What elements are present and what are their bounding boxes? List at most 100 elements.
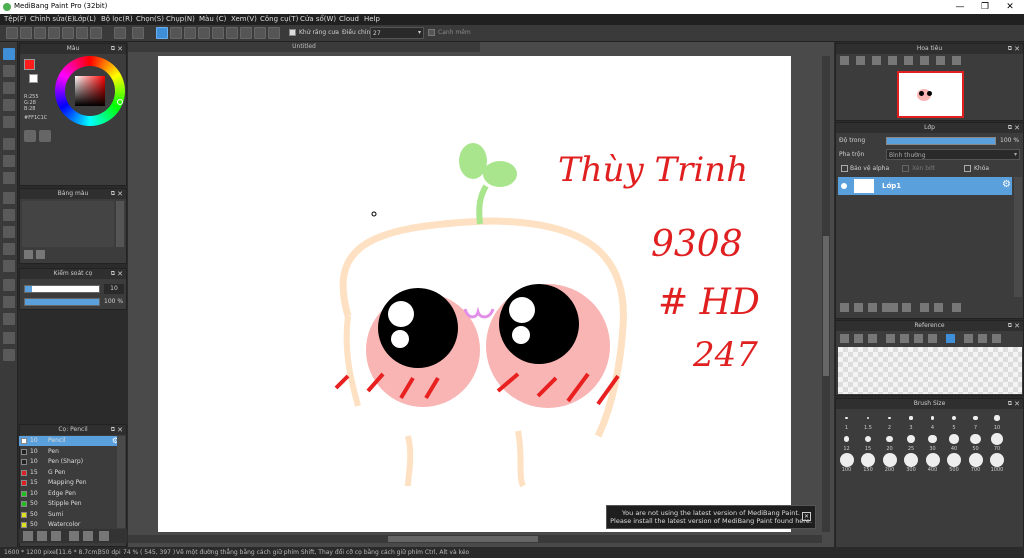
close-icon[interactable]: ✕ bbox=[1014, 321, 1020, 331]
brush-item-1[interactable]: 10 Pen bbox=[19, 447, 121, 457]
detach-icon[interactable]: ⧉ bbox=[111, 425, 115, 435]
blend-select[interactable]: Bình thường ▾ bbox=[886, 149, 1020, 160]
divide-tool-icon[interactable] bbox=[3, 332, 15, 344]
lock-checkbox[interactable] bbox=[964, 165, 971, 172]
zoom-in-icon[interactable] bbox=[840, 56, 849, 65]
snap-off-icon[interactable] bbox=[156, 27, 168, 39]
brush-size-cell[interactable]: 5 bbox=[944, 411, 965, 431]
redo-icon[interactable] bbox=[132, 27, 144, 39]
ref-rotate2-icon[interactable] bbox=[992, 334, 1001, 343]
drawing-paper[interactable]: Thùy Trinh 9308 # HD 247 bbox=[158, 56, 791, 532]
snap-setting-icon[interactable] bbox=[254, 27, 266, 39]
brush-size-cell[interactable]: 200 bbox=[879, 453, 900, 473]
menu-layer[interactable]: Lớp(L) bbox=[74, 15, 96, 23]
dropper-tool-icon[interactable] bbox=[3, 313, 15, 325]
select-eraser-icon[interactable] bbox=[3, 260, 15, 272]
ref-flip-icon[interactable] bbox=[978, 334, 987, 343]
flip-icon[interactable] bbox=[920, 56, 929, 65]
layer-opacity-slider[interactable] bbox=[886, 137, 996, 145]
close-icon[interactable]: ✕ bbox=[117, 44, 123, 54]
brush-size-cell[interactable]: 2 bbox=[879, 411, 900, 431]
navigator-thumbnail[interactable] bbox=[897, 71, 964, 118]
grid3-icon[interactable] bbox=[90, 27, 102, 39]
close-icon[interactable]: ✕ bbox=[1014, 399, 1020, 409]
brush-size-cell[interactable]: 700 bbox=[965, 453, 986, 473]
add-color-icon[interactable] bbox=[24, 250, 33, 259]
antialias-checkbox[interactable] bbox=[289, 29, 296, 36]
brush-size-cell[interactable]: 4 bbox=[922, 411, 943, 431]
minimize-button[interactable]: — bbox=[950, 1, 970, 13]
menu-view[interactable]: Xem(V) bbox=[231, 15, 257, 23]
menu-window[interactable]: Cửa sổ(W) bbox=[300, 15, 336, 23]
layer-folder-icon[interactable] bbox=[902, 303, 911, 312]
detach-icon[interactable]: ⧉ bbox=[1008, 399, 1012, 409]
brush-size-cell[interactable]: 1 bbox=[836, 411, 857, 431]
new-file-icon[interactable] bbox=[6, 27, 18, 39]
ref-folder-icon[interactable] bbox=[854, 334, 863, 343]
brush-opacity-slider[interactable] bbox=[24, 298, 100, 306]
notice-close-button[interactable]: ✕ bbox=[802, 512, 811, 521]
close-icon[interactable]: ✕ bbox=[1014, 44, 1020, 54]
brush-item-6[interactable]: 50 Stipple Pen bbox=[19, 499, 121, 509]
rotate-left-icon[interactable] bbox=[904, 56, 913, 65]
delete-color-icon[interactable] bbox=[36, 250, 45, 259]
text-tool-icon[interactable] bbox=[3, 279, 15, 291]
new-layer-icon[interactable] bbox=[840, 303, 849, 312]
reset-rotation-icon[interactable] bbox=[952, 56, 961, 65]
palette-area[interactable] bbox=[22, 201, 114, 247]
adjust-select[interactable]: 27 ▾ bbox=[370, 27, 424, 39]
fill-rect-icon[interactable] bbox=[3, 138, 15, 150]
select-pen-icon[interactable] bbox=[3, 243, 15, 255]
close-icon[interactable]: ✕ bbox=[117, 269, 123, 279]
rotate-right-icon[interactable] bbox=[936, 56, 945, 65]
brush-item-7[interactable]: 50 Sumi bbox=[19, 510, 121, 520]
detach-icon[interactable]: ⧉ bbox=[1008, 44, 1012, 54]
ref-fit-icon[interactable] bbox=[914, 334, 923, 343]
detach-icon[interactable]: ⧉ bbox=[1008, 321, 1012, 331]
eye-icon[interactable] bbox=[841, 183, 847, 189]
brush-tool-icon[interactable] bbox=[3, 48, 15, 60]
new-layer-1bit-icon[interactable] bbox=[868, 303, 877, 312]
brush-size-slider[interactable] bbox=[24, 285, 100, 293]
bucket-tool-icon[interactable] bbox=[3, 155, 15, 167]
menu-edit[interactable]: Chỉnh sửa(E) bbox=[30, 15, 75, 23]
brush-size-cell[interactable]: 100 bbox=[836, 453, 857, 473]
brush-size-cell[interactable]: 1000 bbox=[987, 453, 1008, 473]
brush-item-2[interactable]: 10 Pen (Sharp) bbox=[19, 457, 121, 467]
menu-cloud[interactable]: Cloud bbox=[339, 15, 359, 23]
fit-icon[interactable] bbox=[872, 56, 881, 65]
delete-layer-icon[interactable] bbox=[952, 303, 961, 312]
brush-size-cell[interactable]: 1.5 bbox=[858, 411, 879, 431]
ref-rotate-icon[interactable] bbox=[964, 334, 973, 343]
menu-capture[interactable]: Chụp(N) bbox=[166, 15, 195, 23]
gradient-tool-icon[interactable] bbox=[3, 172, 15, 184]
document-tab[interactable]: Untitled bbox=[128, 42, 480, 52]
new-layer-8bit-icon[interactable] bbox=[854, 303, 863, 312]
grid2-icon[interactable] bbox=[76, 27, 88, 39]
lasso-tool-icon[interactable] bbox=[3, 209, 15, 221]
merge-layer-icon[interactable] bbox=[934, 303, 943, 312]
menu-help[interactable]: Help bbox=[364, 15, 380, 23]
close-icon[interactable]: ✕ bbox=[117, 189, 123, 199]
brush-size-cell[interactable]: 25 bbox=[901, 432, 922, 452]
layer-row[interactable]: Lớp1 ⚙ bbox=[838, 177, 1012, 195]
color-setting-icon[interactable] bbox=[39, 130, 51, 142]
brush-size-cell[interactable]: 12 bbox=[836, 432, 857, 452]
ref-open-icon[interactable] bbox=[840, 334, 849, 343]
brush-size-cell[interactable]: 30 bbox=[922, 432, 943, 452]
snap-vanish-icon[interactable] bbox=[198, 27, 210, 39]
brush-list-scrollbar[interactable] bbox=[117, 436, 125, 528]
gear-icon[interactable]: ⚙ bbox=[1002, 179, 1011, 190]
cloud-icon[interactable] bbox=[34, 27, 46, 39]
snap-cross-icon[interactable] bbox=[184, 27, 196, 39]
brush-item-3[interactable]: 15 G Pen bbox=[19, 468, 121, 478]
brush-size-cell[interactable]: 3 bbox=[901, 411, 922, 431]
detach-icon[interactable]: ⧉ bbox=[1008, 123, 1012, 133]
move-tool-icon[interactable] bbox=[3, 116, 15, 128]
duplicate-layer-icon[interactable] bbox=[920, 303, 929, 312]
brush-size-cell[interactable]: 15 bbox=[858, 432, 879, 452]
palette-scrollbar[interactable] bbox=[116, 201, 124, 247]
ref-zoom-out-icon[interactable] bbox=[900, 334, 909, 343]
hand-tool-icon[interactable] bbox=[3, 349, 15, 361]
copy-brush-icon[interactable] bbox=[37, 531, 47, 541]
